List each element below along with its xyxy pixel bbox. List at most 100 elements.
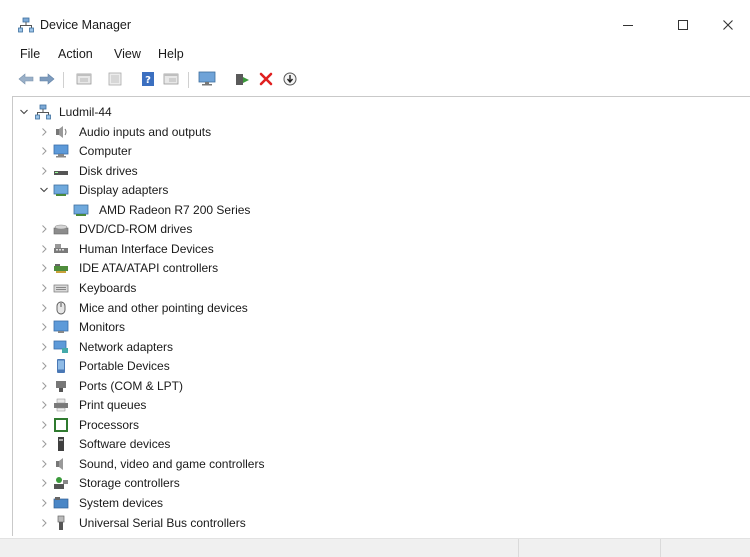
chevron-right-icon[interactable] — [39, 478, 49, 488]
chevron-right-icon[interactable] — [39, 146, 49, 156]
tree-category-item[interactable]: Mice and other pointing devices — [13, 298, 733, 318]
tree-item-label: Audio inputs and outputs — [79, 124, 212, 139]
toolbar: ? — [0, 66, 750, 94]
chevron-right-icon[interactable] — [39, 420, 49, 430]
tree-category-item[interactable]: IDE ATA/ATAPI controllers — [13, 258, 733, 278]
tree-category-item[interactable]: Portable Devices — [13, 356, 733, 376]
tree-item-label: Disk drives — [79, 163, 138, 178]
network-icon — [53, 339, 69, 355]
minimize-icon — [622, 19, 634, 31]
display-adapter-icon — [53, 182, 69, 198]
chevron-right-icon[interactable] — [39, 244, 49, 254]
chevron-down-icon[interactable] — [19, 107, 29, 117]
monitor-button[interactable] — [198, 71, 216, 89]
help-button[interactable]: ? — [139, 71, 157, 89]
show-hide-tree-icon — [107, 72, 123, 89]
chevron-right-icon[interactable] — [39, 166, 49, 176]
tree-category-item[interactable]: Disk drives — [13, 161, 733, 181]
tree-item-label: Processors — [79, 417, 140, 432]
tree-root-node[interactable]: Ludmil-44 — [13, 102, 733, 122]
tree-item-label: Portable Devices — [79, 359, 170, 374]
menu-action[interactable]: Action — [58, 47, 93, 61]
chevron-right-icon[interactable] — [39, 400, 49, 410]
chevron-right-icon[interactable] — [39, 459, 49, 469]
tree-category-item[interactable]: Universal Serial Bus controllers — [13, 513, 733, 533]
tree-item-label: IDE ATA/ATAPI controllers — [79, 261, 219, 276]
properties-button[interactable] — [75, 71, 93, 89]
tree-item-label: Storage controllers — [79, 476, 180, 491]
tree-category-item[interactable]: Audio inputs and outputs — [13, 122, 733, 142]
tree-category-item[interactable]: DVD/CD-ROM drives — [13, 219, 733, 239]
svg-text:?: ? — [145, 75, 151, 86]
tree-item-label: AMD Radeon R7 200 Series — [99, 202, 251, 217]
device-manager-icon — [18, 17, 34, 33]
chevron-right-icon[interactable] — [39, 518, 49, 528]
tree-item-label: Ports (COM & LPT) — [79, 378, 184, 393]
tree-item-label: Monitors — [79, 320, 126, 335]
view-list-icon — [163, 72, 179, 89]
view-list-button[interactable] — [162, 71, 180, 89]
status-bar — [0, 538, 750, 557]
help-icon: ? — [140, 71, 156, 90]
tree-item-label: Sound, video and game controllers — [79, 456, 265, 471]
menu-view[interactable]: View — [114, 47, 141, 61]
chevron-right-icon[interactable] — [39, 381, 49, 391]
tree-category-item[interactable]: Computer — [13, 141, 733, 161]
hid-icon — [53, 241, 69, 257]
chevron-right-icon[interactable] — [39, 303, 49, 313]
minimize-button[interactable] — [605, 10, 651, 40]
chevron-right-icon[interactable] — [39, 283, 49, 293]
audio-icon — [53, 124, 69, 140]
back-arrow-icon — [18, 72, 34, 89]
uninstall-device-button[interactable] — [257, 71, 275, 89]
dvd-icon — [53, 221, 69, 237]
close-icon — [722, 19, 734, 31]
maximize-button[interactable] — [660, 10, 706, 40]
tree-category-item[interactable]: System devices — [13, 493, 733, 513]
tree-device-item[interactable]: AMD Radeon R7 200 Series — [13, 200, 733, 220]
tree-item-label: System devices — [79, 496, 164, 510]
menu-file[interactable]: File — [20, 47, 40, 61]
computer-icon — [53, 143, 69, 159]
tree-item-label: Display adapters — [79, 183, 169, 198]
display-adapter-icon — [73, 202, 89, 218]
chevron-right-icon[interactable] — [39, 361, 49, 371]
menu-help[interactable]: Help — [158, 47, 184, 61]
tree-category-item[interactable]: Human Interface Devices — [13, 239, 733, 259]
tree-category-item[interactable]: Network adapters — [13, 337, 733, 357]
tree-category-item[interactable]: Display adapters — [13, 180, 733, 200]
close-button[interactable] — [705, 10, 750, 40]
chevron-right-icon[interactable] — [39, 322, 49, 332]
tree-category-item[interactable]: Sound, video and game controllers — [13, 454, 733, 474]
chevron-right-icon[interactable] — [39, 127, 49, 137]
computer-root-icon — [35, 104, 51, 120]
tree-root-label: Ludmil-44 — [59, 105, 112, 119]
back-button[interactable] — [17, 71, 35, 89]
chevron-right-icon[interactable] — [39, 224, 49, 234]
keyboard-icon — [53, 280, 69, 296]
tree-category-item[interactable]: Print queues — [13, 395, 733, 415]
update-driver-icon — [234, 71, 250, 90]
tree-item-label: Mice and other pointing devices — [79, 300, 248, 315]
chevron-right-icon[interactable] — [39, 263, 49, 273]
scan-hardware-button[interactable] — [281, 71, 299, 89]
tree-item-label: Universal Serial Bus controllers — [79, 515, 246, 530]
chevron-down-icon[interactable] — [39, 185, 49, 195]
tree-category-item[interactable]: Software devices — [13, 434, 733, 454]
chevron-right-icon[interactable] — [39, 342, 49, 352]
tree-item-label: Software devices — [79, 437, 171, 452]
forward-button[interactable] — [38, 71, 56, 89]
chevron-right-icon[interactable] — [39, 439, 49, 449]
tree-category-item[interactable]: Monitors — [13, 317, 733, 337]
scan-hardware-icon — [282, 71, 298, 90]
tree-category-item[interactable]: Processors — [13, 415, 733, 435]
update-driver-button[interactable] — [233, 71, 251, 89]
disk-drive-icon — [53, 163, 69, 179]
usb-icon — [53, 515, 69, 531]
device-tree-pane[interactable]: Ludmil-44 Audio inputs and outputs Comput… — [12, 96, 750, 536]
show-hide-tree-button[interactable] — [106, 71, 124, 89]
tree-category-item[interactable]: Keyboards — [13, 278, 733, 298]
tree-category-item[interactable]: Ports (COM & LPT) — [13, 376, 733, 396]
chevron-right-icon[interactable] — [39, 498, 49, 508]
tree-category-item[interactable]: Storage controllers — [13, 473, 733, 493]
